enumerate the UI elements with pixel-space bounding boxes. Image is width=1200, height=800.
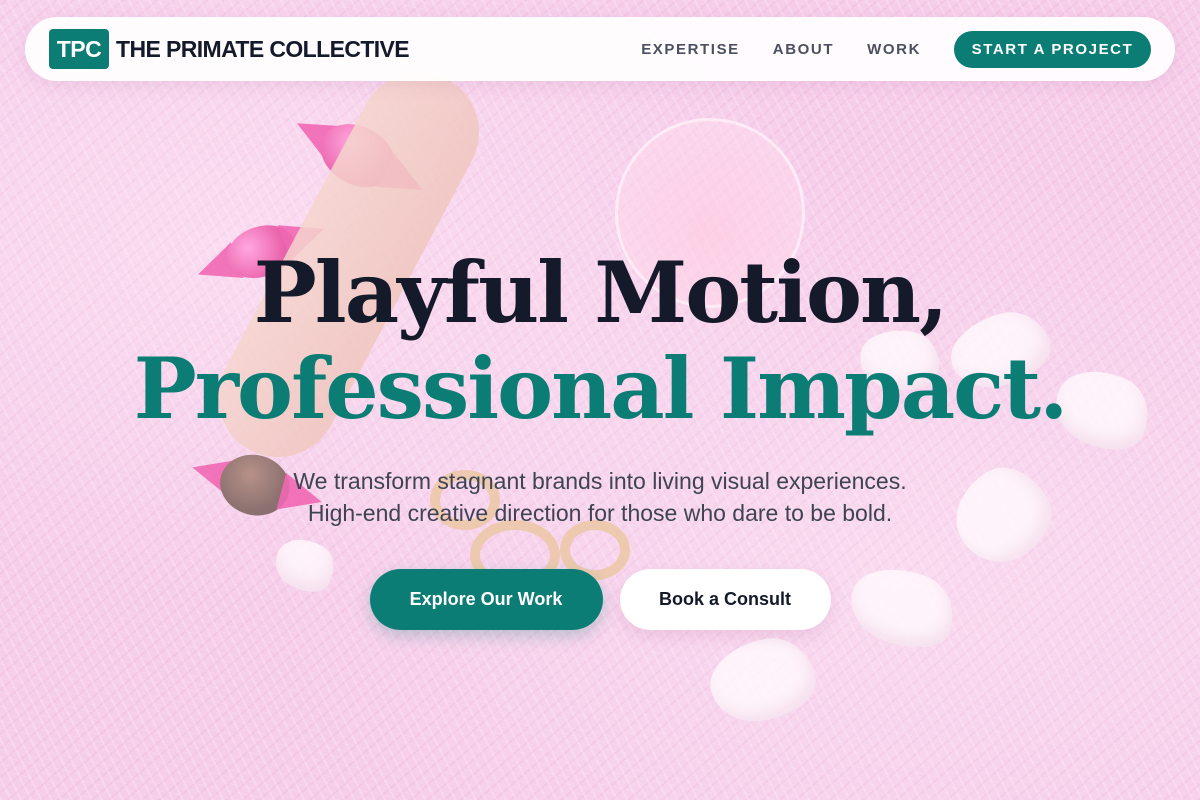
brand-name: THE PRIMATE COLLECTIVE bbox=[116, 35, 410, 62]
headline-line-2: Professional Impact. bbox=[133, 339, 1069, 438]
subtext-line-1: We transform stagnant brands into living… bbox=[293, 468, 907, 494]
explore-work-button[interactable]: Explore Our Work bbox=[369, 569, 603, 630]
start-project-button[interactable]: START A PROJECT bbox=[954, 30, 1151, 68]
logo-mark: TPC bbox=[49, 29, 109, 69]
top-navbar: TPC THE PRIMATE COLLECTIVE EXPERTISE ABO… bbox=[25, 17, 1175, 81]
hero-headline: Playful Motion, Professional Impact. bbox=[0, 245, 1200, 437]
hero-subtext: We transform stagnant brands into living… bbox=[0, 465, 1200, 529]
book-consult-button[interactable]: Book a Consult bbox=[619, 569, 831, 630]
subtext-line-2: High-end creative direction for those wh… bbox=[307, 500, 893, 526]
nav-link-work[interactable]: WORK bbox=[867, 41, 921, 58]
nav-link-about[interactable]: ABOUT bbox=[773, 41, 834, 58]
hero-buttons: Explore Our Work Book a Consult bbox=[0, 569, 1200, 630]
headline-line-1: Playful Motion, bbox=[253, 243, 949, 342]
brand-logo[interactable]: TPC THE PRIMATE COLLECTIVE bbox=[49, 29, 410, 69]
nav-link-expertise[interactable]: EXPERTISE bbox=[641, 41, 740, 58]
nav-links: EXPERTISE ABOUT WORK START A PROJECT bbox=[641, 30, 1151, 68]
